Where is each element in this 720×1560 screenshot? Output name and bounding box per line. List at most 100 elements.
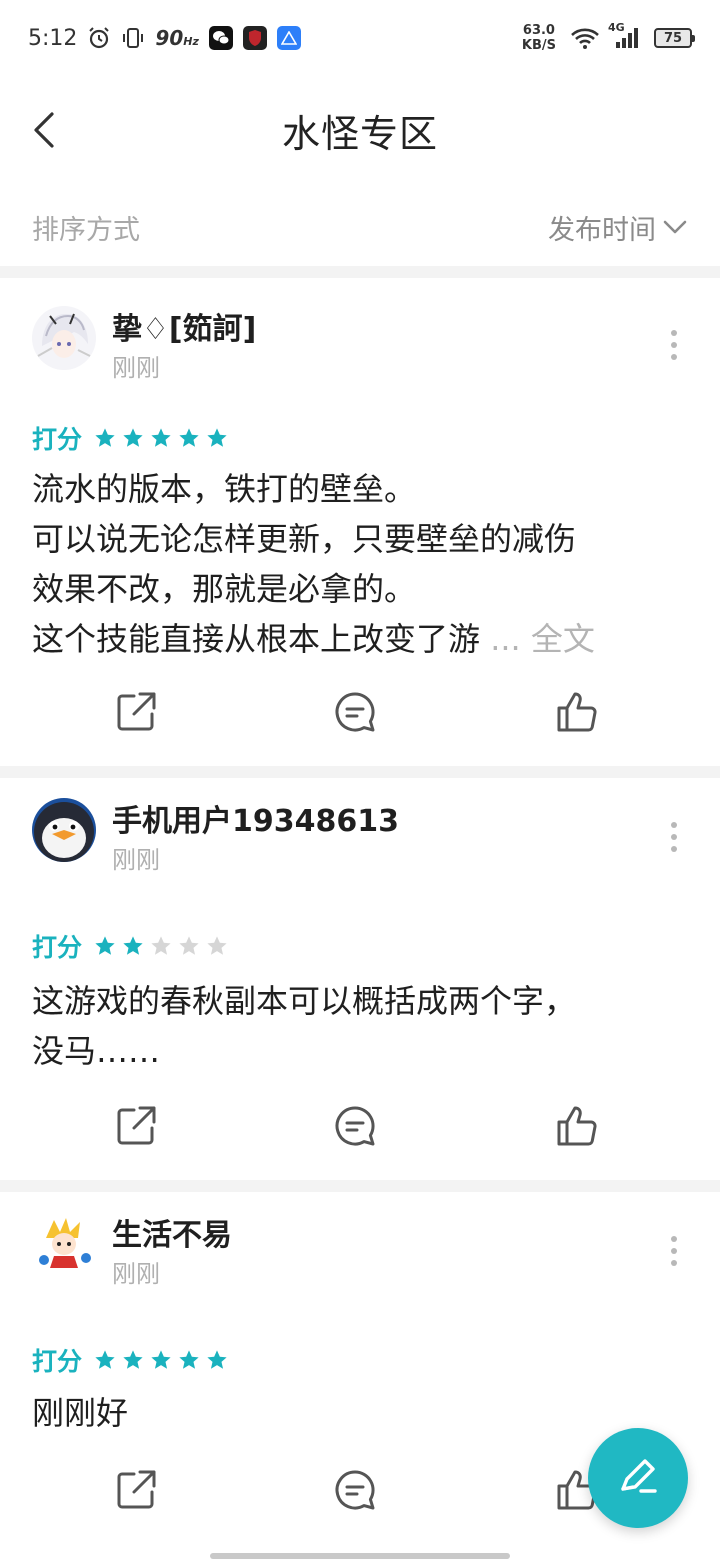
review-line: 可以说无论怎样更新，只要壁垒的减伤 (32, 520, 577, 558)
share-button[interactable] (106, 682, 166, 742)
share-icon (117, 1106, 156, 1145)
write-review-button[interactable] (588, 1428, 688, 1528)
more-dot (671, 1236, 677, 1242)
vibrate-icon (121, 26, 145, 50)
review-actions (0, 1096, 720, 1156)
more-dot (671, 834, 677, 840)
star-rating (94, 427, 228, 449)
sort-label: 排序方式 (32, 214, 140, 246)
alarm-icon (87, 26, 111, 50)
rating-label: 打分 (32, 933, 83, 962)
rating-row: 打分 (32, 928, 228, 964)
post-time: 刚刚 (112, 846, 160, 874)
like-button[interactable] (547, 1096, 607, 1156)
review-card: 手机用户19348613 刚刚 打分 这游戏的春秋副本可以概括成两个字， 没马…… (0, 778, 720, 1180)
wifi-icon (570, 26, 600, 50)
expand-full-text-link[interactable]: ... 全文 (490, 620, 595, 658)
more-options-button[interactable] (666, 330, 682, 360)
more-dot (671, 342, 677, 348)
chevron-left-icon (34, 112, 54, 148)
more-dot (671, 846, 677, 852)
sort-bar: 排序方式 发布时间 (0, 196, 720, 258)
avatar[interactable] (32, 798, 96, 862)
share-icon (117, 692, 156, 731)
rating-row: 打分 (32, 420, 228, 456)
review-line: 刚刚好 (32, 1394, 129, 1432)
star-filled-icon (95, 1350, 115, 1369)
sort-dropdown[interactable]: 发布时间 (548, 208, 688, 247)
more-options-button[interactable] (666, 1236, 682, 1266)
comment-button[interactable] (325, 682, 385, 742)
page-header: 水怪专区 (0, 80, 720, 180)
more-dot (671, 354, 677, 360)
user-name[interactable]: 手机用户19348613 (112, 796, 399, 840)
more-options-button[interactable] (666, 822, 682, 852)
star-filled-icon (95, 428, 115, 447)
more-dot (671, 1248, 677, 1254)
more-dot (671, 1260, 677, 1266)
thumbs-up-icon (557, 692, 597, 732)
shield-app-notification-icon (242, 26, 267, 50)
review-header: 生活不易 刚刚 (32, 1206, 688, 1296)
star-filled-icon (151, 428, 171, 447)
home-indicator[interactable] (210, 1553, 510, 1559)
chevron-down-icon (663, 220, 687, 234)
review-text[interactable]: 这游戏的春秋副本可以概括成两个字， 没马…… (32, 976, 692, 1076)
review-card: 挚♢[筎訶] 刚刚 打分 流水的版本，铁打的壁垒。 可以说无论怎样更新，只要壁垒… (0, 278, 720, 766)
review-actions (0, 682, 720, 742)
section-divider (0, 766, 720, 778)
more-dot (671, 822, 677, 828)
battery-indicator: 75 (654, 28, 695, 48)
star-filled-icon (123, 936, 143, 955)
review-header: 手机用户19348613 刚刚 (32, 792, 688, 882)
review-header: 挚♢[筎訶] 刚刚 (32, 300, 688, 390)
post-time: 刚刚 (112, 1260, 160, 1288)
network-speed: 63.0 KB/S (521, 23, 556, 53)
star-filled-icon (123, 1350, 143, 1369)
star-empty-icon (151, 936, 171, 955)
review-text[interactable]: 刚刚好 (32, 1388, 692, 1438)
star-filled-icon (95, 936, 115, 955)
cellular-signal-icon: 4G (608, 21, 640, 49)
refresh-rate-indicator: 90Hz (155, 26, 199, 50)
avatar[interactable] (32, 1212, 96, 1276)
comment-icon (335, 692, 375, 732)
review-line: 这游戏的春秋副本可以概括成两个字， (32, 982, 577, 1020)
review-line: 没马…… (32, 1032, 161, 1070)
wechat-notification-icon (208, 26, 233, 50)
section-divider (0, 1180, 720, 1192)
more-dot (671, 330, 677, 336)
like-button[interactable] (547, 682, 607, 742)
star-rating (94, 1349, 228, 1371)
star-empty-icon (207, 936, 227, 955)
comment-button[interactable] (325, 1096, 385, 1156)
star-empty-icon (179, 936, 199, 955)
share-button[interactable] (106, 1460, 166, 1520)
rating-label: 打分 (32, 1347, 83, 1376)
review-line: 流水的版本，铁打的壁垒。 (32, 470, 417, 508)
thumbs-up-icon (557, 1106, 597, 1146)
post-time: 刚刚 (112, 354, 160, 382)
warning-notification-icon (276, 26, 301, 50)
comment-icon (335, 1106, 375, 1146)
star-filled-icon (207, 1350, 227, 1369)
star-filled-icon (179, 1350, 199, 1369)
page-title: 水怪专区 (281, 111, 438, 156)
comment-button[interactable] (325, 1460, 385, 1520)
avatar[interactable] (32, 306, 96, 370)
pen-icon (621, 1459, 657, 1493)
star-filled-icon (123, 428, 143, 447)
sort-selected-value: 发布时间 (548, 214, 656, 246)
status-bar: 5:12 90Hz 63.0 KB/S 4G 75 (0, 0, 720, 76)
rating-row: 打分 (32, 1342, 228, 1378)
star-filled-icon (179, 428, 199, 447)
user-name[interactable]: 挚♢[筎訶] (112, 304, 256, 348)
star-filled-icon (151, 1350, 171, 1369)
share-button[interactable] (106, 1096, 166, 1156)
rating-label: 打分 (32, 425, 83, 454)
back-button[interactable] (24, 108, 64, 152)
star-filled-icon (207, 428, 227, 447)
user-name[interactable]: 生活不易 (112, 1210, 232, 1254)
share-icon (117, 1470, 156, 1509)
review-text[interactable]: 流水的版本，铁打的壁垒。 可以说无论怎样更新，只要壁垒的减伤 效果不改，那就是必… (32, 464, 692, 664)
